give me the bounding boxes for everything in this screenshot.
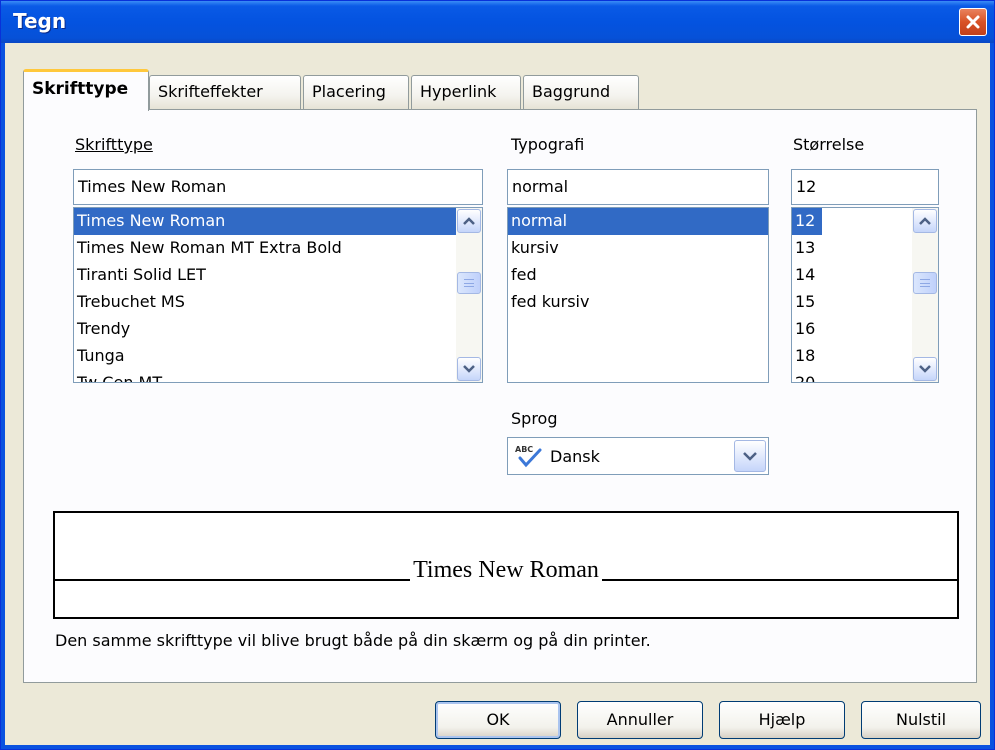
close-button[interactable] xyxy=(959,8,987,36)
language-label: Sprog xyxy=(511,409,558,428)
window-frame-bottom xyxy=(1,745,994,749)
font-list-scrollbar[interactable] xyxy=(456,208,482,382)
scroll-up-button[interactable] xyxy=(913,209,937,233)
list-item[interactable]: Trendy xyxy=(74,316,482,343)
tab-placering[interactable]: Placering xyxy=(303,75,409,109)
list-item[interactable]: Times New Roman xyxy=(74,208,482,235)
tab-skrifteffekter[interactable]: Skrifteffekter xyxy=(149,75,301,109)
language-value: Dansk xyxy=(550,447,600,466)
list-item[interactable]: kursiv xyxy=(508,235,768,262)
font-family-label: Skrifttype xyxy=(75,135,153,154)
spellcheck-icon: ABC xyxy=(515,445,542,468)
size-list[interactable]: 12 13 14 15 16 18 20 xyxy=(791,207,939,383)
tab-skrifttype[interactable]: Skrifttype xyxy=(23,69,149,111)
font-family-list[interactable]: Times New Roman Times New Roman MT Extra… xyxy=(73,207,483,383)
list-item[interactable]: Times New Roman MT Extra Bold xyxy=(74,235,482,262)
size-label: Størrelse xyxy=(793,135,865,154)
font-dialog: Tegn Skrifttype Skrifteffekter Placering… xyxy=(0,0,995,750)
scroll-down-button[interactable] xyxy=(913,357,937,381)
list-item[interactable]: Tiranti Solid LET xyxy=(74,262,482,289)
tab-baggrund[interactable]: Baggrund xyxy=(523,75,639,109)
list-item[interactable]: fed kursiv xyxy=(508,289,768,316)
ok-button[interactable]: OK xyxy=(435,701,561,739)
list-item[interactable]: Trebuchet MS xyxy=(74,289,482,316)
scroll-thumb[interactable] xyxy=(913,272,937,294)
size-input[interactable]: 12 xyxy=(791,169,939,205)
reset-button[interactable]: Nulstil xyxy=(861,701,981,739)
preview-note: Den samme skrifttype vil blive brugt båd… xyxy=(55,631,651,650)
window-title: Tegn xyxy=(13,9,67,33)
scroll-up-button[interactable] xyxy=(457,209,481,233)
preview-text: Times New Roman xyxy=(410,557,602,583)
scroll-thumb[interactable] xyxy=(457,272,481,294)
scroll-down-button[interactable] xyxy=(457,357,481,381)
chevron-down-icon xyxy=(743,451,757,461)
list-item[interactable]: 12 xyxy=(792,208,822,235)
language-select[interactable]: ABC Dansk xyxy=(507,437,769,475)
chevron-up-icon xyxy=(463,217,475,225)
list-item[interactable]: Tw Cen MT xyxy=(74,370,482,382)
window-frame-left xyxy=(1,43,5,749)
list-item[interactable]: fed xyxy=(508,262,768,289)
typeface-label: Typografi xyxy=(511,135,585,154)
chevron-up-icon xyxy=(919,217,931,225)
title-bar[interactable]: Tegn xyxy=(1,1,994,43)
tab-hyperlink[interactable]: Hyperlink xyxy=(411,75,521,109)
chevron-down-icon xyxy=(919,365,931,373)
window-frame-right xyxy=(990,43,994,749)
close-icon xyxy=(966,15,980,29)
typeface-input[interactable]: normal xyxy=(507,169,769,205)
list-item[interactable]: Tunga xyxy=(74,343,482,370)
chevron-down-icon xyxy=(463,365,475,373)
help-button[interactable]: Hjælp xyxy=(719,701,845,739)
size-list-scrollbar[interactable] xyxy=(912,208,938,382)
svg-text:ABC: ABC xyxy=(515,445,533,454)
cancel-button[interactable]: Annuller xyxy=(577,701,703,739)
font-family-input[interactable]: Times New Roman xyxy=(73,169,483,205)
dropdown-button[interactable] xyxy=(734,440,766,472)
font-preview: Times New Roman xyxy=(53,511,959,619)
typeface-list[interactable]: normal kursiv fed fed kursiv xyxy=(507,207,769,383)
list-item[interactable]: normal xyxy=(508,208,768,235)
